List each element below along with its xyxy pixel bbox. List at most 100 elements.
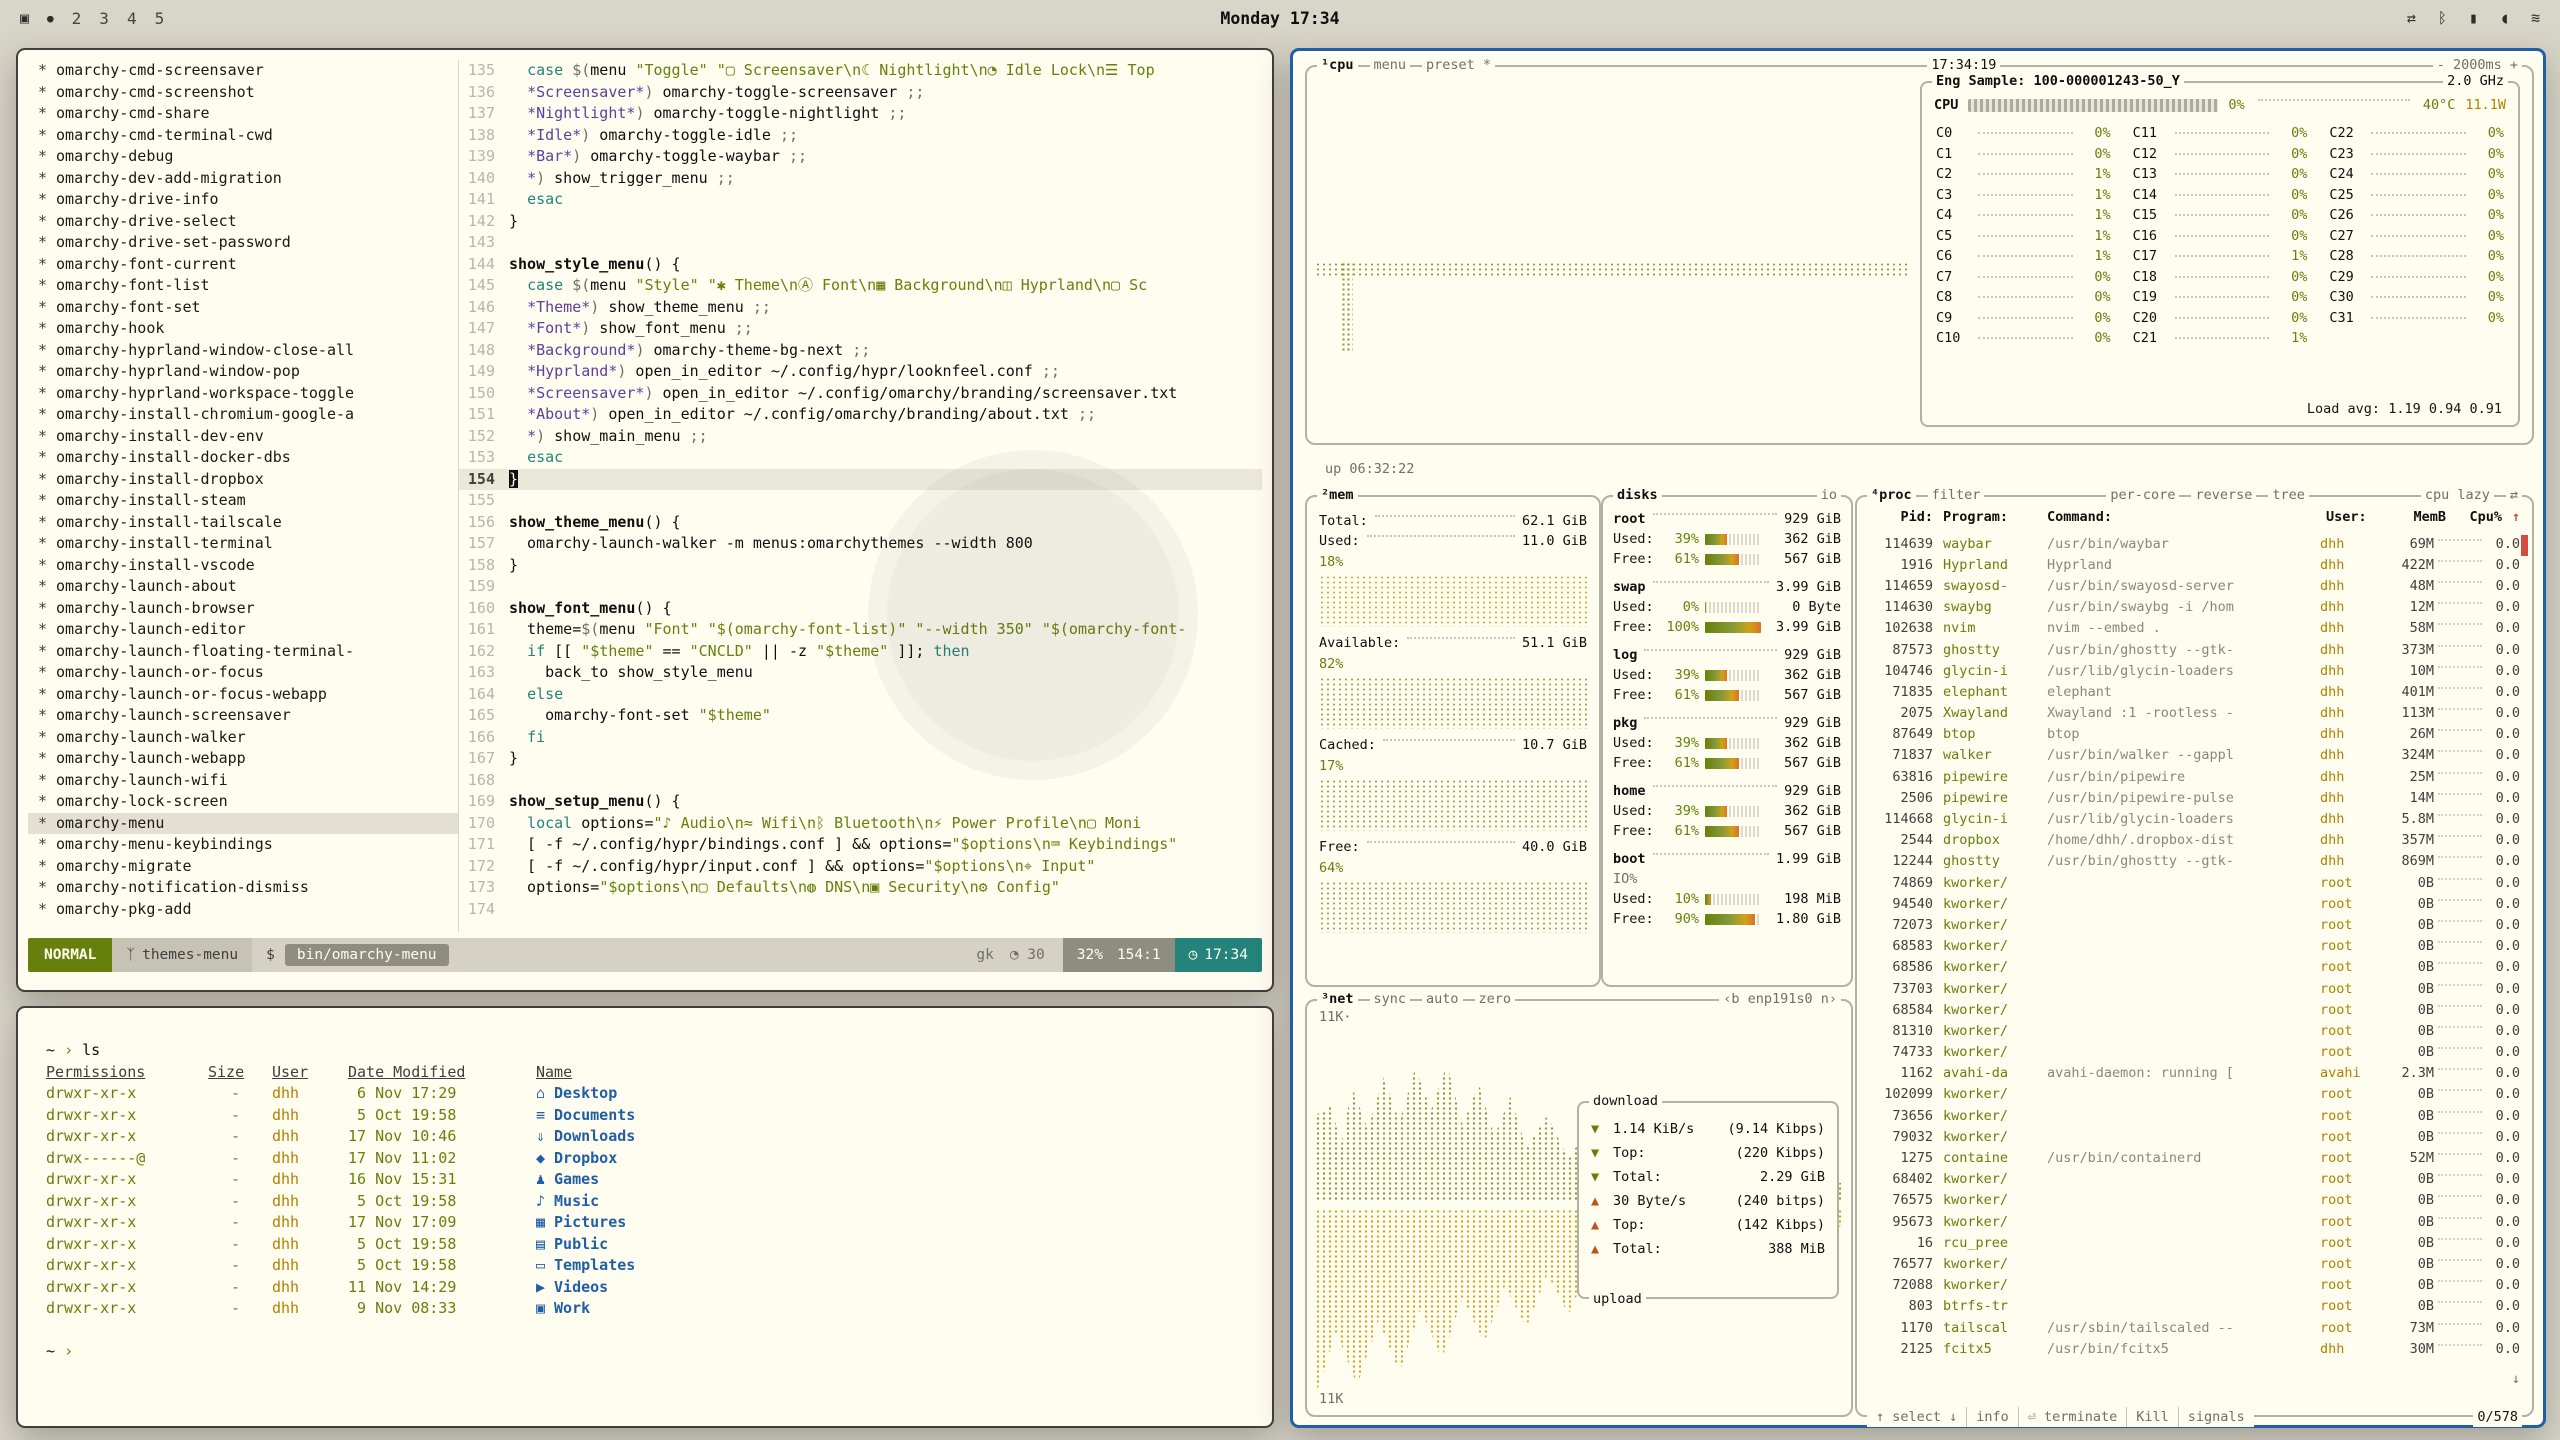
file-item[interactable]: *omarchy-install-docker-dbs	[28, 447, 458, 469]
file-item[interactable]: *omarchy-install-dropbox	[28, 469, 458, 491]
process-row[interactable]: 803btrfs-trroot0B0.0	[1863, 1296, 2526, 1317]
file-item[interactable]: *omarchy-hyprland-window-close-all	[28, 340, 458, 362]
process-row[interactable]: 79032kworker/root0B0.0	[1863, 1126, 2526, 1147]
file-item[interactable]: *omarchy-install-tailscale	[28, 512, 458, 534]
process-row[interactable]: 87573ghostty/usr/bin/ghostty --gtk-dhh37…	[1863, 639, 2526, 660]
per-core-button[interactable]: per-core	[2106, 485, 2179, 505]
prompt-line-empty[interactable]: ~ ›	[46, 1341, 1244, 1363]
io-mode-button[interactable]: io	[1817, 485, 1841, 505]
workspace-3[interactable]: 3	[99, 9, 109, 28]
process-row[interactable]: 1162avahi-daavahi-daemon: running [avahi…	[1863, 1063, 2526, 1084]
process-row[interactable]: 114668glycin-i/usr/lib/glycin-loadersdhh…	[1863, 808, 2526, 829]
file-item[interactable]: *omarchy-launch-or-focus	[28, 662, 458, 684]
file-item[interactable]: *omarchy-cmd-screensaver	[28, 60, 458, 82]
process-row[interactable]: 76577kworker/root0B0.0	[1863, 1253, 2526, 1274]
file-item[interactable]: *omarchy-launch-about	[28, 576, 458, 598]
process-row[interactable]: 74869kworker/root0B0.0	[1863, 872, 2526, 893]
file-item[interactable]: *omarchy-cmd-terminal-cwd	[28, 125, 458, 147]
active-workspace-indicator[interactable]: ●	[47, 12, 54, 25]
directory-link[interactable]: ▤Public	[536, 1234, 1244, 1256]
interface-switcher[interactable]: ‹b enp191s0 n›	[1719, 989, 1841, 1009]
process-row[interactable]: 2125fcitx5/usr/bin/fcitx5dhh30M0.0	[1863, 1338, 2526, 1359]
directory-link[interactable]: ▣Work	[536, 1298, 1244, 1320]
directory-link[interactable]: ⌂Desktop	[536, 1083, 1244, 1105]
proc-button-kill[interactable]: Kill	[2127, 1407, 2179, 1427]
process-row[interactable]: 104746glycin-i/usr/lib/glycin-loadersdhh…	[1863, 660, 2526, 681]
process-row[interactable]: 81310kworker/root0B0.0	[1863, 1020, 2526, 1041]
process-row[interactable]: 95673kworker/root0B0.0	[1863, 1211, 2526, 1232]
sort-arrows-icon[interactable]: ⇄	[2506, 485, 2522, 505]
preset-button[interactable]: preset *	[1422, 55, 1495, 75]
network-icon[interactable]: ≋	[2531, 9, 2540, 27]
file-item[interactable]: *omarchy-hyprland-workspace-toggle	[28, 383, 458, 405]
proc-button-terminate[interactable]: ⏎ terminate	[2019, 1407, 2127, 1427]
process-row[interactable]: 76575kworker/root0B0.0	[1863, 1190, 2526, 1211]
process-row[interactable]: 71835elephantelephantdhh401M0.0	[1863, 681, 2526, 702]
process-row[interactable]: 102638nvimnvim --embed .dhh58M0.0	[1863, 618, 2526, 639]
directory-link[interactable]: ▶Videos	[536, 1277, 1244, 1299]
proc-col-pid[interactable]: Pid:	[1869, 507, 1933, 527]
process-row[interactable]: 87649btopbtopdhh26M0.0	[1863, 724, 2526, 745]
screencast-icon[interactable]: ⇄	[2407, 9, 2416, 27]
tree-button[interactable]: tree	[2268, 485, 2309, 505]
file-item[interactable]: *omarchy-font-list	[28, 275, 458, 297]
workspace-4[interactable]: 4	[127, 9, 137, 28]
clock[interactable]: Monday 17:34	[1220, 9, 1339, 28]
process-row[interactable]: 68583kworker/root0B0.0	[1863, 936, 2526, 957]
process-row[interactable]: 16rcu_preeroot0B0.0	[1863, 1232, 2526, 1253]
process-row[interactable]: 73703kworker/root0B0.0	[1863, 978, 2526, 999]
reverse-button[interactable]: reverse	[2191, 485, 2256, 505]
auto-button[interactable]: auto	[1422, 989, 1463, 1009]
menu-button[interactable]: menu	[1370, 55, 1411, 75]
process-row[interactable]: 71837walker/usr/bin/walker --gappldhh324…	[1863, 745, 2526, 766]
process-row[interactable]: 68402kworker/root0B0.0	[1863, 1169, 2526, 1190]
file-item[interactable]: *omarchy-dev-add-migration	[28, 168, 458, 190]
file-item[interactable]: *omarchy-drive-set-password	[28, 232, 458, 254]
process-row[interactable]: 114630swaybg/usr/bin/swaybg -i /homdhh12…	[1863, 597, 2526, 618]
zero-button[interactable]: zero	[1475, 989, 1516, 1009]
volume-icon[interactable]: ◖	[2500, 9, 2509, 27]
proc-button-info[interactable]: info	[1967, 1407, 2019, 1427]
process-row[interactable]: 12244ghostty/usr/bin/ghostty --gtk-dhh86…	[1863, 851, 2526, 872]
process-row[interactable]: 2075XwaylandXwayland :1 -rootless -dhh11…	[1863, 703, 2526, 724]
proc-col-memb[interactable]: MemB	[2390, 507, 2446, 527]
process-row[interactable]: 72088kworker/root0B0.0	[1863, 1275, 2526, 1296]
process-row[interactable]: 1170tailscal/usr/sbin/tailscaled --root7…	[1863, 1317, 2526, 1338]
directory-link[interactable]: ▭Templates	[536, 1255, 1244, 1277]
file-item[interactable]: *omarchy-install-vscode	[28, 555, 458, 577]
process-row[interactable]: 72073kworker/root0B0.0	[1863, 914, 2526, 935]
process-row[interactable]: 1275containe/usr/bin/containerdroot52M0.…	[1863, 1147, 2526, 1168]
directory-link[interactable]: ▦Pictures	[536, 1212, 1244, 1234]
proc-col-command[interactable]: Command:	[2047, 507, 2326, 527]
file-item[interactable]: *omarchy-install-dev-env	[28, 426, 458, 448]
directory-link[interactable]: ⇓Downloads	[536, 1126, 1244, 1148]
file-item[interactable]: *omarchy-launch-floating-terminal-	[28, 641, 458, 663]
process-row[interactable]: 114639waybar/usr/bin/waybardhh69M0.0	[1863, 533, 2526, 554]
directory-link[interactable]: ◆Dropbox	[536, 1148, 1244, 1170]
file-item[interactable]: *omarchy-drive-info	[28, 189, 458, 211]
process-row[interactable]: 68584kworker/root0B0.0	[1863, 999, 2526, 1020]
file-item[interactable]: *omarchy-drive-select	[28, 211, 458, 233]
directory-link[interactable]: ≡Documents	[536, 1105, 1244, 1127]
process-row[interactable]: 102099kworker/root0B0.0	[1863, 1084, 2526, 1105]
file-item[interactable]: *omarchy-debug	[28, 146, 458, 168]
filter-button[interactable]: filter	[1928, 485, 1985, 505]
process-row[interactable]: 63816pipewire/usr/bin/pipewiredhh25M0.0	[1863, 766, 2526, 787]
bluetooth-icon[interactable]: ᛒ	[2438, 9, 2447, 27]
file-item[interactable]: *omarchy-pkg-add	[28, 899, 458, 921]
file-item[interactable]: *omarchy-install-steam	[28, 490, 458, 512]
file-item[interactable]: *omarchy-migrate	[28, 856, 458, 878]
sync-button[interactable]: sync	[1370, 989, 1411, 1009]
directory-link[interactable]: ♪Music	[536, 1191, 1244, 1213]
file-item[interactable]: *omarchy-font-set	[28, 297, 458, 319]
sort-column-selector[interactable]: cpu lazy	[2421, 485, 2494, 505]
file-item[interactable]: *omarchy-lock-screen	[28, 791, 458, 813]
file-item[interactable]: *omarchy-launch-screensaver	[28, 705, 458, 727]
process-row[interactable]: 1916HyprlandHyprlanddhh422M0.0	[1863, 554, 2526, 575]
omarchy-logo-icon[interactable]: ▣	[20, 9, 29, 27]
process-row[interactable]: 68586kworker/root0B0.0	[1863, 957, 2526, 978]
process-row[interactable]: 74733kworker/root0B0.0	[1863, 1042, 2526, 1063]
process-row[interactable]: 2506pipewire/usr/bin/pipewire-pulsedhh14…	[1863, 787, 2526, 808]
file-item[interactable]: *omarchy-install-chromium-google-a	[28, 404, 458, 426]
proc-button-select[interactable]: ↑ select ↓	[1867, 1407, 1967, 1427]
